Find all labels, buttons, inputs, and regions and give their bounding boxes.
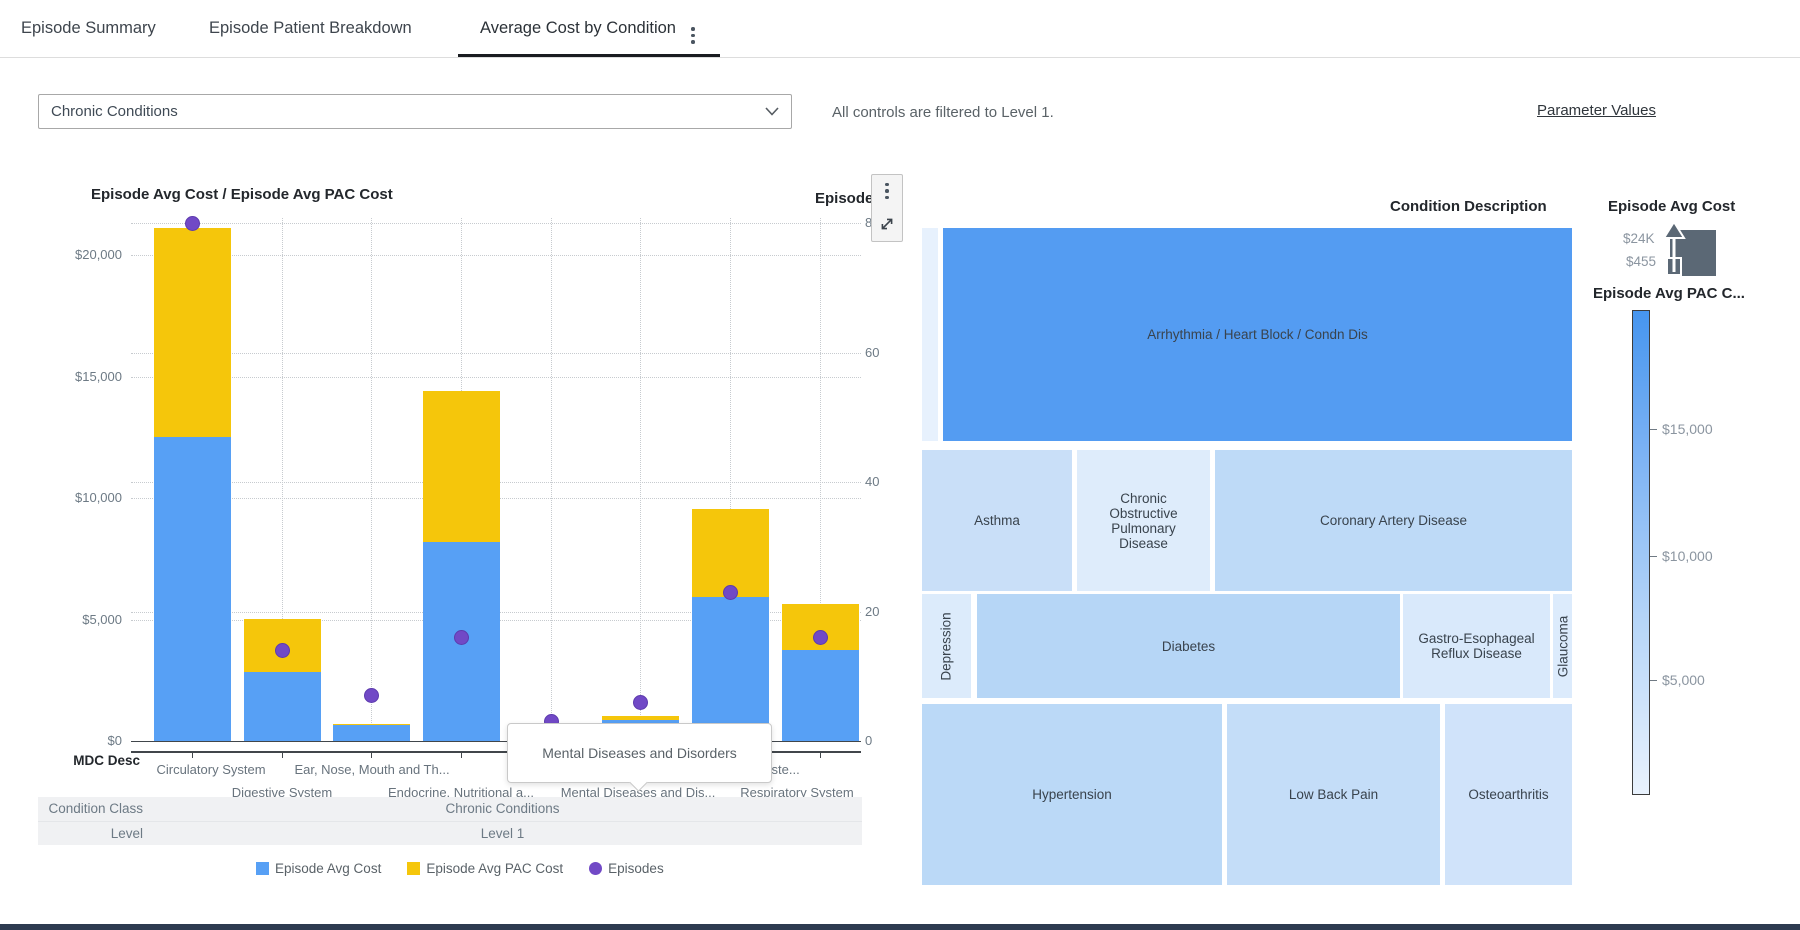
y2-tick: 20: [865, 604, 879, 619]
tile-label: Depression: [939, 612, 954, 680]
y2-tick: 60: [865, 345, 879, 360]
episodes-bubble[interactable]: [723, 585, 738, 600]
dashboard: Episode Summary Episode Patient Breakdow…: [0, 0, 1800, 930]
parameter-values-link[interactable]: Parameter Values: [1537, 102, 1656, 119]
tab-average-cost-by-condition[interactable]: Average Cost by Condition: [480, 0, 676, 57]
tile-label: Asthma: [974, 513, 1020, 528]
tile-label: Low Back Pain: [1289, 787, 1378, 802]
pac-cost-colorbar: [1632, 310, 1650, 795]
purple-circle-swatch: [589, 862, 602, 875]
row-value: Chronic Conditions: [143, 801, 862, 816]
treemap-tile[interactable]: Diabetes: [977, 594, 1400, 698]
treemap-tile[interactable]: [922, 228, 938, 441]
tile-label: Arrhythmia / Heart Block / Condn Dis: [1147, 327, 1368, 342]
bar-cost-segment[interactable]: [692, 597, 769, 741]
legend-item: Episode Avg Cost: [256, 861, 381, 876]
filter-note: All controls are filtered to Level 1.: [832, 104, 1054, 121]
x-category-label[interactable]: Ear, Nose, Mouth and Th...: [294, 762, 449, 777]
episodes-bubble[interactable]: [633, 695, 648, 710]
tab-episode-patient-breakdown[interactable]: Episode Patient Breakdown: [209, 0, 412, 57]
table-row: Condition Class Chronic Conditions: [38, 797, 862, 822]
tooltip-text: Mental Diseases and Disorders: [542, 745, 737, 761]
bar-cost-segment[interactable]: [333, 725, 410, 741]
tile-label: Glaucoma: [1555, 615, 1570, 677]
size-legend-min: $455: [1626, 254, 1656, 269]
tab-menu-dots-icon[interactable]: [691, 27, 695, 44]
treemap-tile[interactable]: Glaucoma: [1553, 594, 1572, 698]
legend-label: Episode Avg PAC Cost: [426, 861, 563, 876]
treemap-tile[interactable]: Gastro-Esophageal Reflux Disease: [1403, 594, 1550, 698]
treemap-tile[interactable]: Asthma: [922, 450, 1072, 591]
dropdown-value: Chronic Conditions: [51, 103, 178, 120]
bar-cost-segment[interactable]: [782, 650, 859, 741]
episodes-bubble[interactable]: [364, 688, 379, 703]
blue-square-swatch: [256, 862, 269, 875]
legend-label: Episode Avg Cost: [275, 861, 381, 876]
colorbar-tick-label: $10,000: [1662, 548, 1713, 564]
treemap-tile[interactable]: Low Back Pain: [1227, 704, 1440, 885]
treemap-tile[interactable]: Hypertension: [922, 704, 1222, 885]
treemap-tile[interactable]: Coronary Artery Disease: [1215, 450, 1572, 591]
bar-chart-title: Episode Avg Cost / Episode Avg PAC Cost: [91, 186, 393, 203]
legend-item: Episode Avg PAC Cost: [407, 861, 563, 876]
y2-tick: 0: [865, 733, 872, 748]
treemap-tile[interactable]: Arrhythmia / Heart Block / Condn Dis: [943, 228, 1572, 441]
data-tooltip: Mental Diseases and Disorders: [507, 723, 772, 783]
treemap-tile[interactable]: Depression: [922, 594, 971, 698]
active-tab-underline: [458, 54, 720, 57]
treemap-title: Condition Description: [1390, 198, 1547, 215]
bottom-window-edge: [0, 924, 1800, 930]
y-tick: $10,000: [0, 490, 122, 505]
bar-pac-segment[interactable]: [154, 228, 231, 437]
condition-filter-table: Condition Class Chronic Conditions Level…: [38, 797, 862, 845]
row-value: Level 1: [143, 826, 862, 841]
chart-hover-toolbar[interactable]: [871, 174, 903, 242]
condition-class-dropdown[interactable]: Chronic Conditions: [38, 94, 792, 129]
treemap-tile[interactable]: Osteoarthritis: [1445, 704, 1572, 885]
tab-episode-summary[interactable]: Episode Summary: [21, 0, 156, 57]
chevron-down-icon: [765, 107, 779, 116]
y-tick: $0: [0, 733, 122, 748]
table-row: Level Level 1: [38, 822, 862, 846]
y-tick: $15,000: [0, 369, 122, 384]
bar-cost-segment[interactable]: [244, 672, 321, 741]
size-legend-title: Episode Avg Cost: [1608, 198, 1735, 215]
episodes-bubble[interactable]: [185, 216, 200, 231]
mdc-desc-axis-label: MDC Desc: [73, 753, 140, 768]
bar-pac-segment[interactable]: [333, 724, 410, 725]
x-category-label[interactable]: Circulatory System: [156, 762, 265, 777]
color-legend-title: Episode Avg PAC C...: [1593, 285, 1745, 302]
row-label: Condition Class: [48, 801, 143, 816]
object-menu-dots-icon[interactable]: [885, 183, 889, 200]
tile-label: Osteoarthritis: [1468, 787, 1548, 802]
bar-cost-segment[interactable]: [154, 437, 231, 741]
y-tick: $5,000: [0, 612, 122, 627]
y-tick: $20,000: [0, 247, 122, 262]
colorbar-tick-label: $15,000: [1662, 421, 1713, 437]
legend-label: Episodes: [608, 861, 664, 876]
tile-label: Diabetes: [1162, 639, 1215, 654]
colorbar-tick-label: $5,000: [1662, 672, 1705, 688]
episodes-bubble[interactable]: [813, 630, 828, 645]
bar-pac-segment[interactable]: [692, 509, 769, 597]
episodes-bubble[interactable]: [454, 630, 469, 645]
tile-label: Gastro-Esophageal Reflux Disease: [1413, 631, 1540, 661]
tab-bar: Episode Summary Episode Patient Breakdow…: [0, 0, 1800, 58]
maximize-icon[interactable]: [878, 215, 896, 233]
row-label: Level: [111, 826, 143, 841]
bar-pac-segment[interactable]: [602, 716, 679, 720]
tile-label: Hypertension: [1032, 787, 1112, 802]
treemap-tile[interactable]: Chronic Obstructive Pulmonary Disease: [1077, 450, 1210, 591]
bar-chart-legend: Episode Avg Cost Episode Avg PAC Cost Ep…: [256, 861, 664, 876]
size-legend-max: $24K: [1623, 231, 1655, 246]
y2-tick: 40: [865, 474, 879, 489]
bar-pac-segment[interactable]: [423, 391, 500, 542]
tile-label: Chronic Obstructive Pulmonary Disease: [1087, 491, 1200, 551]
legend-item: Episodes: [589, 861, 664, 876]
yellow-square-swatch: [407, 862, 420, 875]
tile-label: Coronary Artery Disease: [1320, 513, 1467, 528]
episodes-bubble[interactable]: [275, 643, 290, 658]
size-legend-icon: [1660, 220, 1720, 278]
